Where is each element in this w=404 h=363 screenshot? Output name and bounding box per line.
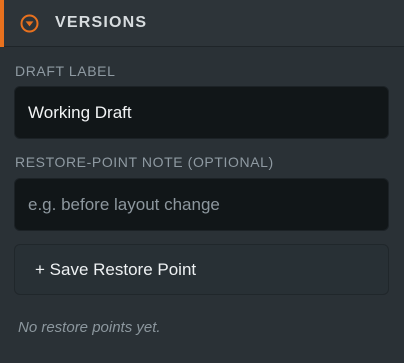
versions-section-header[interactable]: VERSIONS — [0, 0, 404, 47]
restore-note-heading: RESTORE-POINT NOTE (OPTIONAL) — [15, 154, 274, 170]
active-accent-bar — [0, 0, 4, 47]
draft-label-heading: DRAFT LABEL — [15, 63, 116, 79]
section-title: VERSIONS — [55, 14, 148, 31]
save-restore-point-button[interactable]: + Save Restore Point — [14, 244, 389, 295]
empty-restore-points-message: No restore points yet. — [18, 319, 161, 336]
chevron-down-circle-icon[interactable] — [20, 14, 39, 33]
restore-note-input[interactable] — [14, 178, 389, 231]
versions-panel: VERSIONS DRAFT LABEL RESTORE-POINT NOTE … — [0, 0, 404, 363]
draft-label-input[interactable] — [14, 86, 389, 139]
